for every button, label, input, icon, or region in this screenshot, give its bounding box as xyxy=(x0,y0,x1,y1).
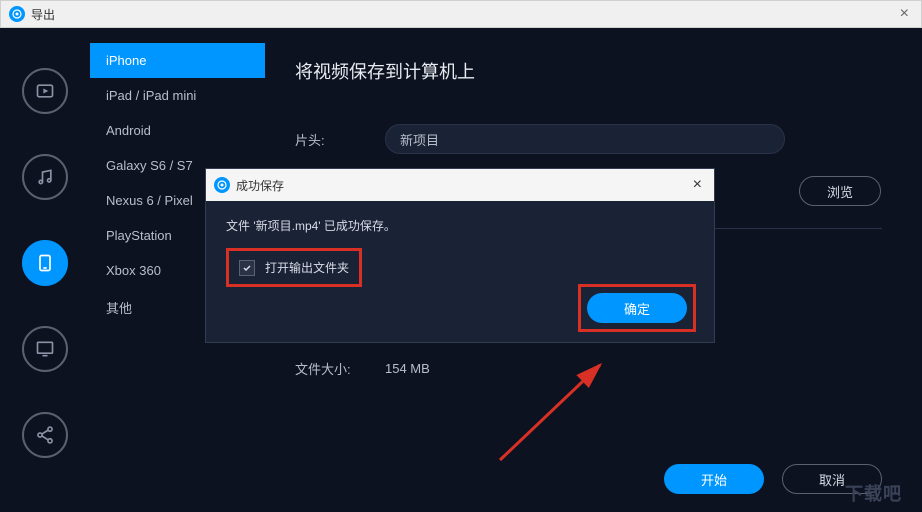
sidebar-device-icon[interactable] xyxy=(22,240,68,286)
modal-ok-button[interactable]: 确定 xyxy=(587,293,687,323)
device-item-ipad[interactable]: iPad / iPad mini xyxy=(90,78,265,113)
page-title: 将视频保存到计算机上 xyxy=(295,58,882,84)
app-icon xyxy=(9,6,25,22)
device-item-android[interactable]: Android xyxy=(90,113,265,148)
window-title: 导出 xyxy=(31,6,55,23)
sidebar-video-icon[interactable] xyxy=(22,68,68,114)
title-label: 片头: xyxy=(295,130,385,149)
file-size-label: 文件大小: xyxy=(295,359,385,378)
sidebar-monitor-icon[interactable] xyxy=(22,326,68,372)
checkbox-label: 打开输出文件夹 xyxy=(265,259,349,276)
sidebar-music-icon[interactable] xyxy=(22,154,68,200)
device-item-iphone[interactable]: iPhone xyxy=(90,43,265,78)
browse-button[interactable]: 浏览 xyxy=(799,176,881,206)
start-button[interactable]: 开始 xyxy=(664,464,764,494)
modal-title: 成功保存 xyxy=(236,177,284,194)
modal-app-icon xyxy=(214,177,230,193)
window-close-icon[interactable]: × xyxy=(896,5,913,23)
modal-close-icon[interactable]: × xyxy=(689,176,706,194)
modal-header: 成功保存 × xyxy=(206,169,714,201)
modal-message: 文件 '新项目.mp4' 已成功保存。 xyxy=(226,217,694,234)
success-modal: 成功保存 × 文件 '新项目.mp4' 已成功保存。 打开输出文件夹 确定 xyxy=(205,168,715,343)
row-file-size: 文件大小: 154 MB xyxy=(295,359,882,378)
title-input[interactable]: 新项目 xyxy=(385,124,785,154)
file-size-value: 154 MB xyxy=(385,361,430,376)
window-titlebar: 导出 × xyxy=(0,0,922,28)
modal-footer-highlight: 确定 xyxy=(578,284,696,332)
watermark: 下载吧 xyxy=(845,480,902,506)
sidebar-icons xyxy=(0,28,90,512)
checkbox-row-highlight: 打开输出文件夹 xyxy=(226,248,362,287)
open-folder-checkbox[interactable] xyxy=(239,260,255,276)
row-title: 片头: 新项目 xyxy=(295,124,882,154)
sidebar-share-icon[interactable] xyxy=(22,412,68,458)
